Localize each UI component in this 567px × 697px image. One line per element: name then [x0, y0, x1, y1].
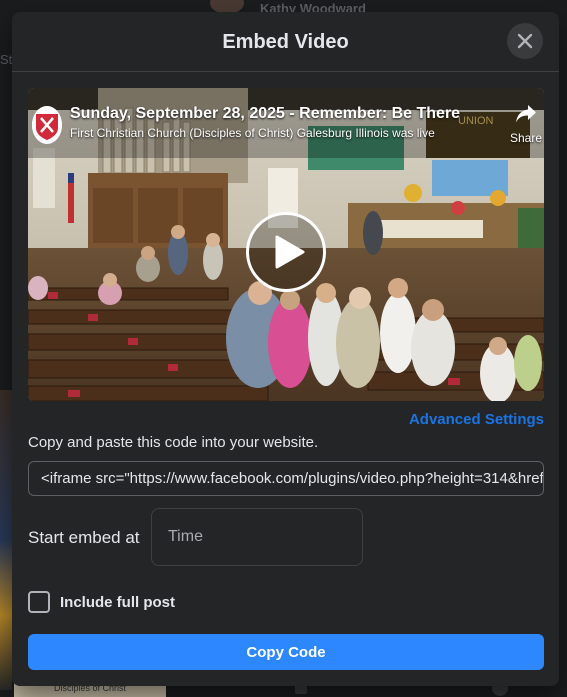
embed-code-text: <iframe src="https://www.facebook.com/pl…: [41, 470, 544, 487]
share-label: Share: [509, 131, 543, 145]
include-full-post-label: Include full post: [60, 593, 175, 611]
embed-instructions: Copy and paste this code into your websi…: [28, 434, 319, 451]
video-subtitle[interactable]: First Christian Church (Disciples of Chr…: [70, 126, 435, 140]
include-full-post-checkbox[interactable]: [28, 591, 50, 613]
start-embed-label: Start embed at: [28, 528, 140, 547]
chalice-logo-icon: [32, 106, 62, 144]
video-preview[interactable]: UNION Sunday, September 28, 2025 - Remem…: [28, 88, 544, 401]
background-image-strip: [0, 390, 12, 690]
background-text-fragment: St: [0, 52, 13, 67]
advanced-settings-link[interactable]: Advanced Settings: [409, 411, 544, 428]
embed-video-dialog: Embed Video UNION Sunday, September 28, …: [12, 12, 559, 686]
embed-code-field[interactable]: <iframe src="https://www.facebook.com/pl…: [28, 461, 544, 496]
video-title[interactable]: Sunday, September 28, 2025 - Remember: B…: [70, 105, 460, 123]
dialog-header: Embed Video: [12, 12, 559, 72]
copy-code-button[interactable]: Copy Code: [28, 634, 544, 670]
close-icon: [517, 33, 533, 49]
share-arrow-icon: [516, 105, 536, 123]
dialog-title: Embed Video: [222, 31, 349, 53]
channel-logo[interactable]: [32, 106, 62, 144]
include-full-post-option[interactable]: Include full post: [28, 591, 175, 613]
start-time-input[interactable]: [151, 508, 363, 566]
share-button[interactable]: Share: [506, 104, 544, 145]
close-button[interactable]: [507, 23, 543, 59]
play-icon: [275, 235, 305, 269]
play-button[interactable]: [246, 212, 326, 292]
